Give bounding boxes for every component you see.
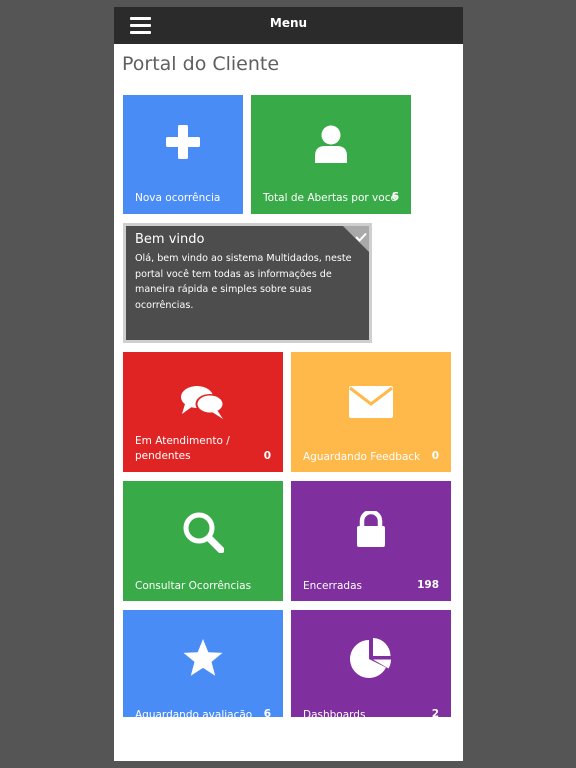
tile-count: 2 xyxy=(431,708,439,717)
tile-aguardando-feedback[interactable]: Aguardando Feedback 0 xyxy=(291,352,451,472)
menu-title: Menu xyxy=(269,16,308,30)
tile-count: 6 xyxy=(391,191,399,203)
search-icon xyxy=(123,511,283,553)
tile-label: Total de Abertas por você xyxy=(263,192,397,204)
tile-count: 6 xyxy=(263,708,271,717)
tile-label: Consultar Ocorrências xyxy=(135,580,252,592)
star-icon xyxy=(123,638,283,678)
welcome-text: Olá, bem vindo ao sistema Multidados, ne… xyxy=(135,253,352,311)
tile-nova-ocorrencia[interactable]: Nova ocorrência xyxy=(123,95,243,214)
tile-consultar-ocorrencias[interactable]: Consultar Ocorrências xyxy=(123,481,283,601)
tile-count: 0 xyxy=(431,450,439,462)
page-title: Portal do Cliente xyxy=(122,53,280,75)
welcome-card: Bem vindo Olá, bem vindo ao sistema Mult… xyxy=(123,223,372,343)
tile-count: 198 xyxy=(417,579,439,591)
tile-label: Aguardando Feedback xyxy=(303,451,421,463)
tile-label: Em Atendimento / pendentes xyxy=(135,435,230,462)
tile-em-atendimento[interactable]: Em Atendimento / pendentes 0 xyxy=(123,352,283,472)
tile-label: Dashboards xyxy=(303,709,366,717)
app-screen: Menu Portal do Cliente Nova ocorrência T… xyxy=(114,7,463,761)
tile-label: Aguardando avaliação xyxy=(135,709,253,717)
tile-label: Encerradas xyxy=(303,580,362,592)
tile-total-abertas[interactable]: Total de Abertas por você 6 xyxy=(251,95,411,214)
tile-aguardando-avaliacao[interactable]: Aguardando avaliação 6 xyxy=(123,610,283,717)
tile-count: 0 xyxy=(263,450,271,462)
plus-icon xyxy=(123,125,243,159)
welcome-title: Bem vindo xyxy=(135,232,205,247)
envelope-icon xyxy=(291,386,451,418)
welcome-card-body: Bem vindo Olá, bem vindo ao sistema Mult… xyxy=(126,226,369,340)
chat-icon xyxy=(123,384,283,420)
check-icon[interactable] xyxy=(355,227,367,246)
top-bar: Menu xyxy=(114,7,463,44)
tile-label: Nova ocorrência xyxy=(135,192,221,204)
user-icon xyxy=(251,125,411,163)
tile-encerradas[interactable]: Encerradas 198 xyxy=(291,481,451,601)
tile-dashboards[interactable]: Dashboards 2 xyxy=(291,610,451,717)
lock-icon xyxy=(291,511,451,547)
pie-chart-icon xyxy=(291,638,451,680)
